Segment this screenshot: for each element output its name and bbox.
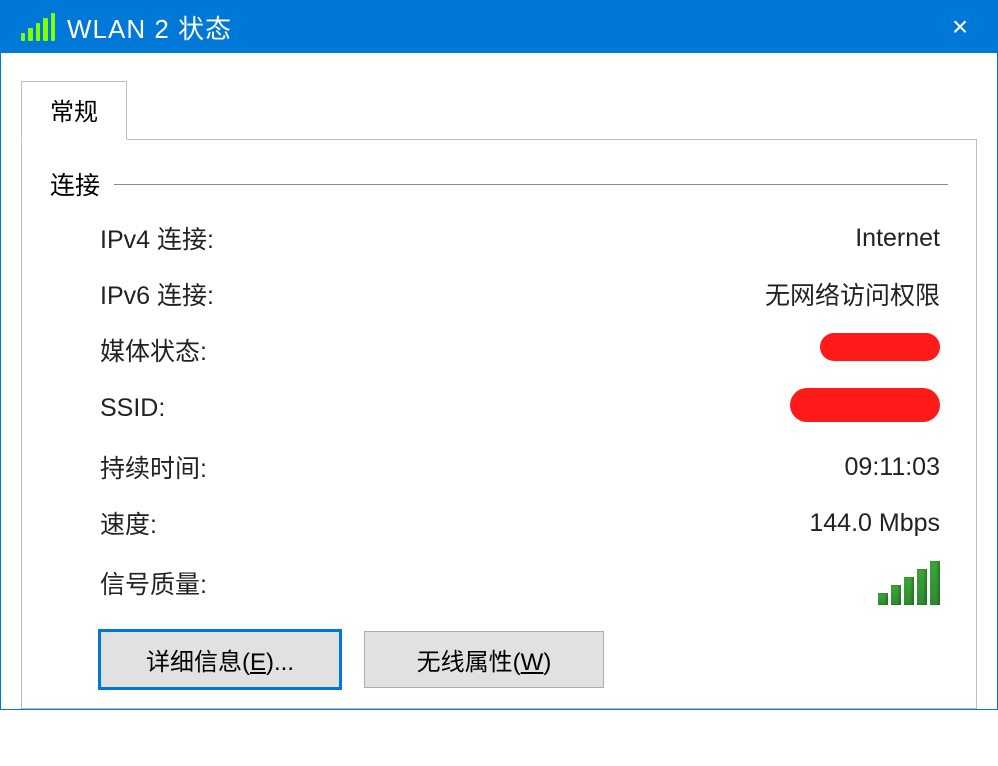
value-ipv6: 无网络访问权限	[765, 276, 940, 312]
row-signal-quality: 信号质量:	[100, 561, 940, 605]
row-speed: 速度: 144.0 Mbps	[100, 505, 940, 541]
label-signal-quality: 信号质量:	[100, 565, 207, 601]
value-ssid	[790, 388, 940, 429]
general-panel: 连接 IPv4 连接: Internet IPv6 连接: 无网络访问权限 媒体…	[21, 140, 977, 709]
value-signal-quality	[878, 561, 940, 605]
redacted-media-state	[820, 333, 940, 361]
tab-strip: 常规	[21, 81, 977, 140]
button-row: 详细信息(E)... 无线属性(W)	[50, 631, 948, 688]
value-duration: 09:11:03	[845, 453, 940, 482]
close-icon: ×	[952, 11, 968, 43]
tab-general[interactable]: 常规	[21, 81, 127, 140]
wireless-properties-button[interactable]: 无线属性(W)	[364, 631, 604, 688]
connection-section-header: 连接	[50, 166, 948, 202]
signal-bars-icon	[878, 561, 940, 605]
label-duration: 持续时间:	[100, 449, 207, 485]
connection-section-label: 连接	[50, 166, 100, 202]
value-ipv4: Internet	[855, 224, 940, 253]
wifi-signal-icon	[21, 13, 55, 41]
close-button[interactable]: ×	[937, 4, 983, 50]
label-media-state: 媒体状态:	[100, 332, 207, 368]
details-button[interactable]: 详细信息(E)...	[100, 631, 340, 688]
redacted-ssid	[790, 388, 940, 422]
titlebar: WLAN 2 状态 ×	[1, 1, 997, 53]
label-speed: 速度:	[100, 505, 157, 541]
row-ipv4: IPv4 连接: Internet	[100, 220, 940, 256]
label-ipv4: IPv4 连接:	[100, 220, 214, 256]
label-ipv6: IPv6 连接:	[100, 276, 214, 312]
wlan-status-window: WLAN 2 状态 × 常规 连接 IPv4 连接: Internet IPv6…	[0, 0, 998, 710]
value-speed: 144.0 Mbps	[809, 509, 940, 538]
content-area: 常规 连接 IPv4 连接: Internet IPv6 连接: 无网络访问权限…	[1, 53, 997, 709]
label-ssid: SSID:	[100, 394, 165, 423]
row-media-state: 媒体状态:	[100, 332, 940, 368]
value-media-state	[820, 333, 940, 368]
connection-properties: IPv4 连接: Internet IPv6 连接: 无网络访问权限 媒体状态:…	[50, 220, 948, 605]
row-duration: 持续时间: 09:11:03	[100, 449, 940, 485]
row-ipv6: IPv6 连接: 无网络访问权限	[100, 276, 940, 312]
section-divider	[114, 184, 948, 185]
row-ssid: SSID:	[100, 388, 940, 429]
window-title: WLAN 2 状态	[67, 9, 937, 46]
